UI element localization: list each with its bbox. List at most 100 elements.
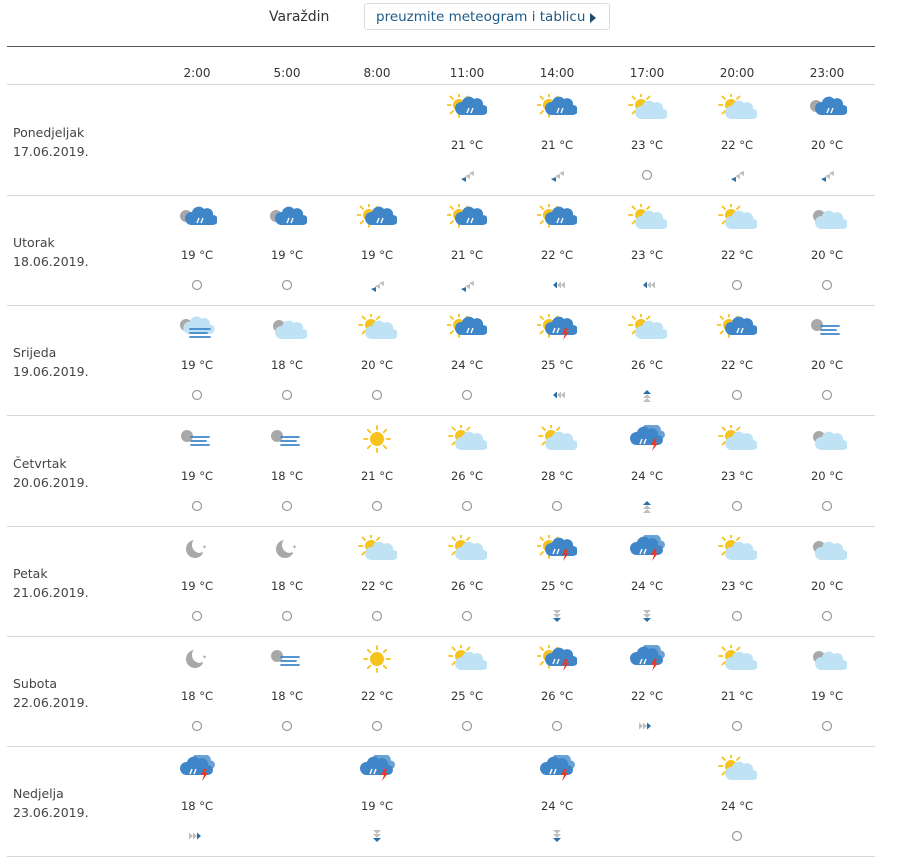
wind-n-icon (637, 387, 657, 403)
wind-e-icon (637, 718, 657, 734)
forecast-cell: 24 °C (697, 746, 777, 854)
day-name: Nedjelja (13, 786, 64, 801)
forecast-cell: 19 °C (247, 195, 327, 303)
forecast-cell: 25 °C (517, 526, 597, 634)
wind-w-sw-icon (457, 277, 477, 293)
day-date: 19.06.2019. (13, 364, 89, 379)
wind-calm-icon (817, 718, 837, 734)
temperature: 21 °C (720, 689, 754, 703)
download-meteogram-button[interactable]: preuzmite meteogram i tablicu (364, 3, 610, 30)
wind-calm-icon (367, 387, 387, 403)
day-row: Nedjelja 23.06.2019. 18 °C 19 °C 24 °C 24 °C (7, 746, 875, 857)
wind-calm-icon (727, 608, 747, 624)
temperature: 24 °C (720, 799, 754, 813)
temperature: 20 °C (810, 358, 844, 372)
sun-cloud-icon (627, 204, 667, 232)
day-label: Četvrtak 20.06.2019. (13, 454, 89, 492)
moon-icon: ✦ ✦ (177, 645, 217, 673)
header-divider (7, 46, 875, 47)
svg-text:✦: ✦ (289, 551, 293, 557)
sun-cloud-rain-icon (447, 314, 487, 342)
temperature: 21 °C (450, 138, 484, 152)
sun-cloud-storm-icon (537, 314, 577, 342)
forecast-cell: ✦ ✦ 19 °C (157, 526, 237, 634)
temperature: 22 °C (720, 138, 754, 152)
forecast-cell: 28 °C (517, 416, 597, 524)
wind-calm-icon (367, 718, 387, 734)
temperature: 19 °C (180, 469, 214, 483)
svg-text:✦: ✦ (199, 661, 203, 667)
forecast-cell: 24 °C (607, 526, 687, 634)
wind-calm-icon (457, 718, 477, 734)
temperature: 23 °C (720, 579, 754, 593)
wind-calm-icon (817, 277, 837, 293)
sun-cloud-rain-icon (447, 94, 487, 122)
wind-s-icon (547, 828, 567, 844)
day-name: Subota (13, 676, 58, 691)
temperature: 19 °C (180, 248, 214, 262)
forecast-cell: 26 °C (427, 526, 507, 634)
sun-cloud-icon (357, 535, 397, 563)
temperature: 26 °C (450, 469, 484, 483)
wind-calm-icon (457, 608, 477, 624)
temperature: 24 °C (450, 358, 484, 372)
moon-icon: ✦ ✦ (177, 535, 217, 563)
cloud-storm-icon (537, 755, 577, 783)
wind-calm-icon (547, 718, 567, 734)
forecast-cell: 26 °C (427, 416, 507, 524)
forecast-cell: 20 °C (787, 85, 867, 193)
moon-cloud-icon (807, 204, 847, 232)
forecast-cell: 21 °C (337, 416, 417, 524)
day-label: Ponedjeljak 17.06.2019. (13, 123, 89, 161)
forecast-cell: 20 °C (787, 195, 867, 303)
wind-calm-icon (187, 277, 207, 293)
sun-cloud-icon (627, 94, 667, 122)
temperature: 20 °C (810, 579, 844, 593)
day-date: 23.06.2019. (13, 805, 89, 820)
cloud-storm-icon (177, 755, 217, 783)
wind-calm-icon (817, 387, 837, 403)
wind-calm-icon (457, 498, 477, 514)
forecast-cell: 22 °C (697, 305, 777, 413)
day-name: Ponedjeljak (13, 125, 85, 140)
day-label: Subota 22.06.2019. (13, 674, 89, 712)
sun-cloud-storm-icon (537, 535, 577, 563)
day-name: Petak (13, 566, 48, 581)
sun-cloud-icon (717, 755, 757, 783)
day-label: Utorak 18.06.2019. (13, 233, 89, 271)
wind-calm-icon (277, 718, 297, 734)
forecast-cell: 21 °C (517, 85, 597, 193)
moon-cloud-icon (267, 314, 307, 342)
day-row: Subota 22.06.2019. ✦ ✦ 18 °C 18 °C 22 °C 25 °C 2… (7, 636, 875, 747)
temperature: 21 °C (540, 138, 574, 152)
day-date: 17.06.2019. (13, 144, 89, 159)
forecast-cell: 23 °C (697, 416, 777, 524)
day-name: Utorak (13, 235, 55, 250)
svg-text:✦: ✦ (202, 654, 207, 661)
location-header: Varaždin preuzmite meteogram i tablicu (0, 0, 914, 40)
moon-cloud-rain-icon (177, 204, 217, 232)
forecast-cell: 22 °C (337, 636, 417, 744)
forecast-cell: ✦ ✦ 18 °C (157, 636, 237, 744)
svg-text:✦: ✦ (292, 544, 297, 551)
forecast-cell: 23 °C (607, 85, 687, 193)
temperature: 25 °C (540, 579, 574, 593)
wind-w-icon (637, 277, 657, 293)
moon-cloud-rain-icon (807, 94, 847, 122)
temperature: 18 °C (180, 689, 214, 703)
wind-calm-icon (547, 498, 567, 514)
day-row: Ponedjeljak 17.06.2019. 21 °C 21 °C 23 °C 22 … (7, 85, 875, 196)
temperature: 18 °C (270, 469, 304, 483)
wind-calm-icon (727, 387, 747, 403)
sun-cloud-rain-icon (717, 314, 757, 342)
hour-label: 11:00 (449, 66, 485, 80)
forecast-cell: 24 °C (607, 416, 687, 524)
temperature: 18 °C (270, 358, 304, 372)
sun-cloud-icon (717, 204, 757, 232)
wind-calm-icon (187, 498, 207, 514)
forecast-cell: 23 °C (607, 195, 687, 303)
sun-cloud-icon (447, 425, 487, 453)
forecast-cell: 22 °C (517, 195, 597, 303)
wind-w-icon (547, 277, 567, 293)
cloud-storm-icon (627, 645, 667, 673)
